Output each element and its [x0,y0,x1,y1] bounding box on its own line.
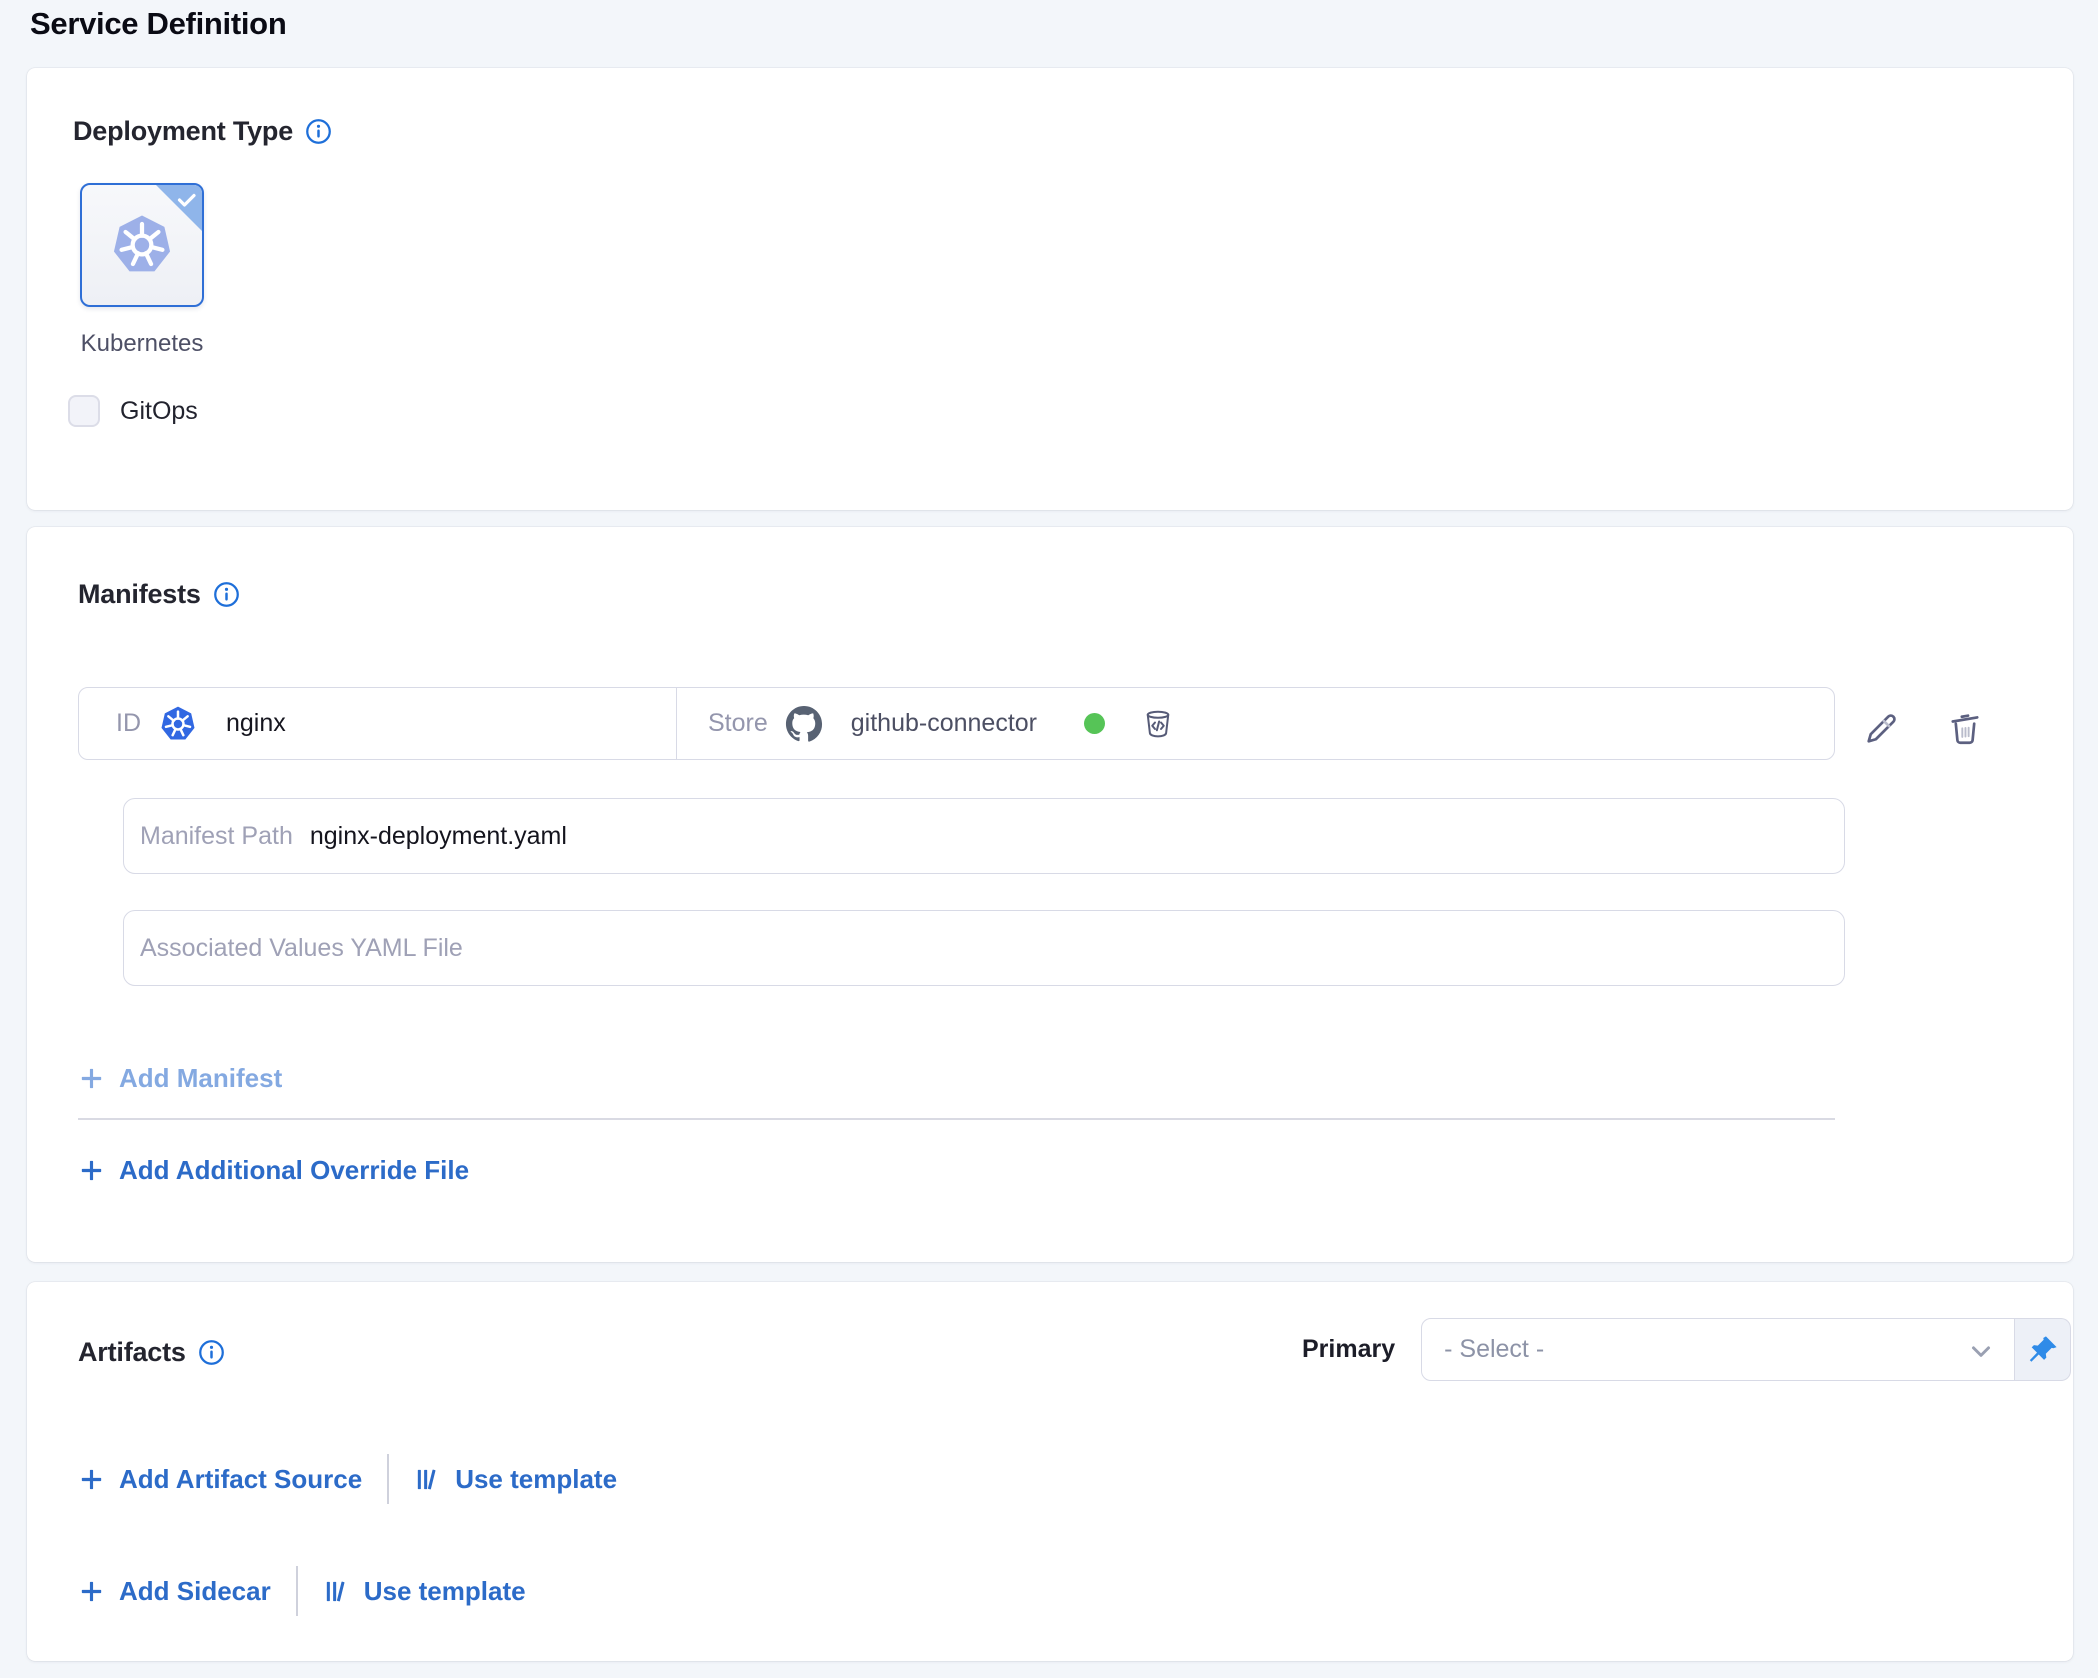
pin-primary-button[interactable] [2015,1318,2071,1381]
kubernetes-deployment-tile[interactable] [80,183,204,307]
template-icon [414,1466,441,1493]
kubernetes-tile-label: Kubernetes [80,330,204,358]
kubernetes-icon [158,704,198,744]
values-yaml-input-wrap [123,910,1845,986]
id-label: ID [116,709,141,738]
primary-artifact-select[interactable]: - Select - [1421,1318,2015,1381]
github-icon [785,705,823,743]
sidecar-actions-row: Add Sidecar Use template [78,1566,526,1616]
check-icon [175,188,199,212]
gitops-checkbox-row[interactable]: GitOps [68,395,198,427]
code-bucket-icon [1143,709,1173,739]
info-icon[interactable] [213,581,240,608]
trash-icon [1946,709,1984,747]
connector-status-dot [1084,713,1105,734]
vertical-divider [296,1566,298,1616]
manifest-id-section: ID nginx [79,688,677,759]
manifest-row: ID nginx Store github-connector [78,687,1835,760]
primary-artifact-group: Primary - Select - [1302,1318,2071,1381]
use-template-artifact-button[interactable]: Use template [414,1464,617,1495]
manifest-path-value: nginx-deployment.yaml [310,822,567,851]
edit-manifest-button[interactable] [1863,709,1901,747]
manifest-id-value: nginx [226,709,286,738]
deployment-type-heading: Deployment Type [73,116,332,147]
deployment-type-card: Deployment Type Kubernetes GitOps [27,68,2073,510]
add-sidecar-button[interactable]: Add Sidecar [78,1576,271,1607]
use-template-label: Use template [455,1464,617,1495]
plus-icon [78,1466,105,1493]
artifacts-card: Artifacts Primary - Select - Add Artifac… [27,1282,2073,1661]
plus-icon [78,1065,105,1092]
page-title: Service Definition [30,6,286,42]
store-label: Store [708,709,768,738]
primary-select-value: - Select - [1444,1335,1544,1364]
store-connector-name: github-connector [851,709,1037,738]
values-yaml-input[interactable] [124,911,1844,985]
add-override-file-label: Add Additional Override File [119,1155,469,1186]
chevron-down-icon [1966,1336,1996,1366]
section-divider [78,1118,1835,1120]
gitops-label: GitOps [120,397,198,426]
manifests-card: Manifests ID nginx Store github-connecto… [27,527,2073,1262]
deployment-type-heading-text: Deployment Type [73,116,293,147]
template-icon [323,1578,350,1605]
add-manifest-label: Add Manifest [119,1063,282,1094]
delete-manifest-button[interactable] [1946,709,1984,747]
artifact-actions-row: Add Artifact Source Use template [78,1454,617,1504]
info-icon[interactable] [305,118,332,145]
plus-icon [78,1578,105,1605]
use-template-label: Use template [364,1576,526,1607]
artifacts-heading: Artifacts [78,1337,225,1368]
add-artifact-source-button[interactable]: Add Artifact Source [78,1464,362,1495]
manifest-path-input[interactable]: Manifest Path nginx-deployment.yaml [123,798,1845,874]
artifacts-heading-text: Artifacts [78,1337,186,1368]
vertical-divider [387,1454,389,1504]
plus-icon [78,1157,105,1184]
add-manifest-button[interactable]: Add Manifest [78,1063,282,1094]
use-template-sidecar-button[interactable]: Use template [323,1576,526,1607]
manifests-heading-text: Manifests [78,579,201,610]
add-override-file-button[interactable]: Add Additional Override File [78,1155,469,1186]
pin-icon [2027,1334,2059,1366]
info-icon[interactable] [198,1339,225,1366]
manifest-store-section: Store github-connector [677,688,1834,759]
gitops-checkbox[interactable] [68,395,100,427]
manifests-heading: Manifests [78,579,240,610]
add-artifact-source-label: Add Artifact Source [119,1464,362,1495]
pencil-icon [1863,709,1901,747]
add-sidecar-label: Add Sidecar [119,1576,271,1607]
manifest-path-label: Manifest Path [140,822,293,851]
primary-label: Primary [1302,1335,1395,1364]
